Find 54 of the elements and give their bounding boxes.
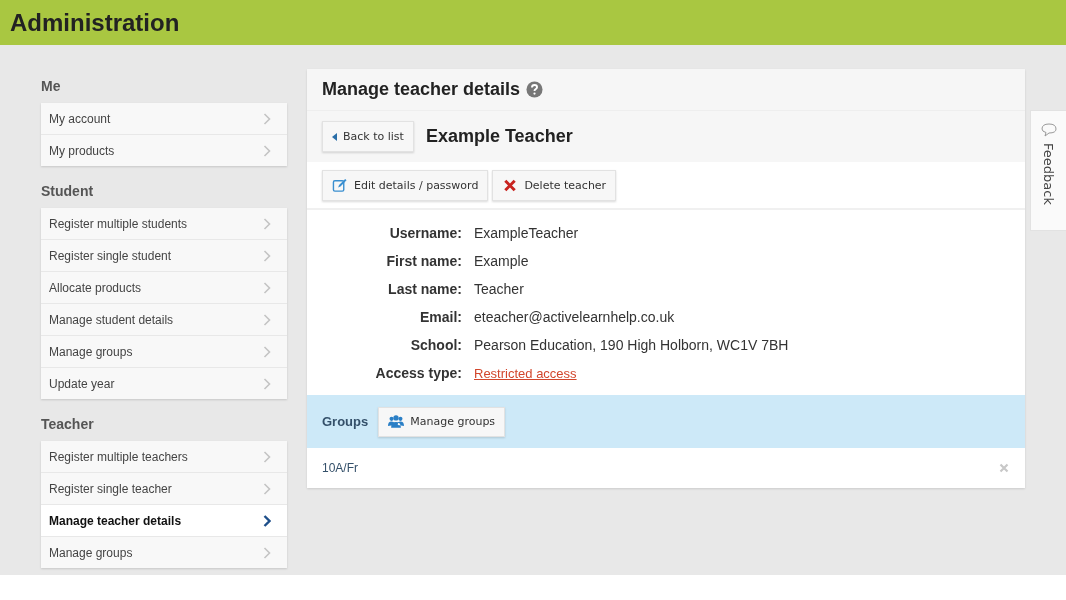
chevron-icon [263, 281, 271, 294]
section-heading: Teacher [41, 415, 95, 434]
help-icon[interactable] [526, 81, 544, 98]
field-label: Username: [388, 225, 462, 241]
section-heading: Me [41, 77, 62, 96]
section-heading: Student [41, 182, 95, 201]
field-value: Example [474, 253, 529, 269]
sidebar-item[interactable]: Allocate products [41, 272, 287, 303]
page-title: Administration [10, 8, 180, 37]
field-value: Teacher [474, 281, 524, 297]
sidebar-item[interactable]: Manage groups [41, 537, 287, 568]
field-value: Pearson Education, 190 High Holborn, WC1V 7BH [474, 337, 789, 353]
chevron-icon [263, 345, 271, 358]
sidebar-item[interactable]: Manage groups [41, 336, 287, 367]
sidebar-item[interactable]: Register single student [41, 240, 287, 271]
sidebar-item[interactable]: My account [41, 103, 287, 134]
feedback-tab[interactable]: Feedback [1030, 110, 1066, 231]
edit-icon [332, 177, 348, 193]
sidebar-item[interactable]: Update year [41, 368, 287, 399]
manage-groups-button[interactable]: Manage groups [378, 406, 506, 437]
chevron-icon [263, 313, 271, 326]
panel-title: Manage teacher details [322, 79, 521, 100]
chevron-icon [263, 144, 271, 157]
edit-button[interactable]: Edit details / password [322, 169, 489, 201]
chevron-icon [263, 112, 271, 125]
caret-icon [332, 132, 337, 141]
field-value: ExampleTeacher [474, 225, 579, 241]
field-label: Access type: [374, 365, 462, 381]
chevron-icon [263, 450, 271, 463]
sidebar-item[interactable]: Register multiple teachers [41, 441, 287, 472]
people-icon [388, 414, 405, 429]
sidebar-item[interactable]: Register multiple students [41, 208, 287, 239]
teacher-name: Example Teacher [425, 126, 573, 147]
sidebar-item[interactable]: Register single teacher [41, 473, 287, 504]
chevron-icon [263, 249, 271, 262]
access-link[interactable]: Restricted access [474, 365, 577, 381]
chevron-icon [263, 217, 271, 230]
field-label: Email: [419, 309, 462, 325]
chevron-icon [263, 377, 271, 390]
chevron-icon [263, 514, 271, 527]
sidebar-item[interactable]: My products [41, 135, 287, 166]
chevron-icon [263, 546, 271, 559]
field-value: eteacher@activelearnhelp.co.uk [474, 309, 675, 325]
groups-heading: Groups [322, 414, 369, 429]
back-button[interactable]: Back to list [322, 121, 414, 152]
sidebar-item[interactable]: Manage teacher details [41, 505, 287, 536]
sidebar-item[interactable]: Manage student details [41, 304, 287, 335]
field-label: First name: [385, 253, 462, 269]
chevron-icon [263, 482, 271, 495]
field-label: School: [409, 337, 462, 353]
speech-bubble-icon [1040, 123, 1057, 137]
field-label: Last name: [387, 281, 462, 297]
delete-button[interactable]: Delete teacher [492, 169, 617, 201]
group-name: 10A/Fr [322, 461, 358, 475]
